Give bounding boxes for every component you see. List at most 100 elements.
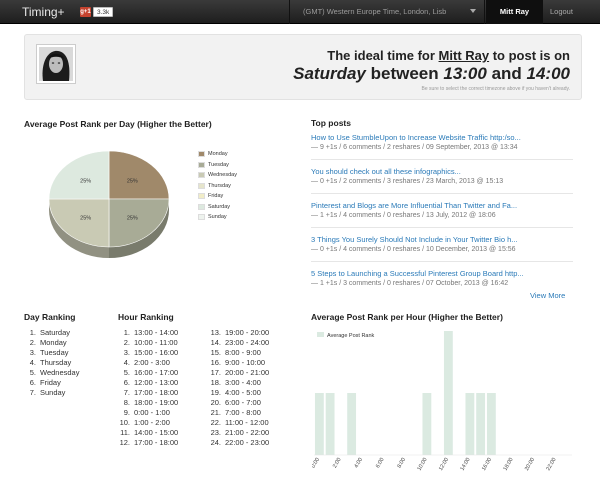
plus-one-count: 3.3k	[93, 7, 114, 17]
legend-label: Tuesday	[208, 161, 229, 168]
post-meta: — 1 +1s / 4 comments / 0 reshares / 13 J…	[311, 212, 496, 219]
rank-label: 14:00 - 15:00	[134, 428, 179, 437]
rank-label: Tuesday	[40, 348, 69, 357]
pie-chart-title: Average Post Rank per Day (Higher the Be…	[24, 119, 212, 129]
rank-number: 4.	[123, 358, 130, 367]
pie-slice-label: 25%	[127, 178, 138, 184]
rank-item: 2. 10:00 - 11:00	[118, 338, 178, 348]
legend-item-sunday: Sunday	[198, 214, 237, 225]
day-rank-pie-chart: 25% 25% 25% 25%	[48, 150, 170, 258]
google-plus-one-button[interactable]: g+1	[80, 7, 91, 17]
ideal-time-value: Saturday between 13:00 and 14:00	[293, 64, 570, 83]
x-tick-label: 22:00	[546, 457, 558, 472]
rank-number: 5.	[29, 368, 36, 377]
rank-number: 22.	[210, 418, 221, 427]
rank-label: 18:00 - 19:00	[134, 398, 179, 407]
post-meta: — 0 +1s / 2 comments / 3 reshares / 23 M…	[311, 178, 504, 185]
bar-16:00	[486, 393, 496, 455]
post-title-link[interactable]: Pinterest and Blogs are More Influential…	[311, 201, 573, 211]
legend-swatch	[198, 203, 205, 210]
post-title-link[interactable]: 3 Things You Surely Should Not Include i…	[311, 235, 573, 245]
rank-number: 19.	[210, 388, 221, 397]
rank-number: 14.	[210, 338, 221, 347]
rank-number: 21.	[210, 408, 221, 417]
post-item: 3 Things You Surely Should Not Include i…	[311, 235, 573, 255]
legend-swatch	[198, 182, 205, 189]
rank-item: 24. 22:00 - 23:00	[209, 438, 270, 448]
rank-label: Saturday	[40, 328, 71, 337]
rank-label: 17:00 - 18:00	[134, 388, 179, 397]
rank-item: 7. 17:00 - 18:00	[118, 388, 178, 398]
x-tick-label: 10:00	[417, 457, 429, 472]
ideal-time-panel: The ideal time for Mitt Ray to post is o…	[24, 34, 582, 100]
post-title-link[interactable]: You should check out all these infograph…	[311, 167, 573, 177]
rank-label: 2:00 - 3:00	[134, 358, 170, 367]
rank-item: 8. 18:00 - 19:00	[118, 398, 178, 408]
x-tick-label: 0:00	[312, 457, 321, 469]
timezone-dropdown[interactable]: (GMT) Western Europe Time, London, Lisb	[289, 0, 485, 24]
rank-number: 1.	[123, 328, 130, 337]
rank-number: 24.	[210, 438, 221, 447]
rank-label: Sunday	[40, 388, 66, 397]
hour-ranking-list-1: 1. 13:00 - 14:00 2. 10:00 - 11:00 3. 15:00 - …	[118, 328, 179, 448]
rank-label: 12:00 - 13:00	[134, 378, 179, 387]
rank-label: 19:00 - 20:00	[225, 328, 270, 337]
bar-3:00	[347, 393, 357, 455]
rank-number: 10.	[119, 418, 130, 427]
bar-14:00	[465, 393, 475, 455]
view-more-link[interactable]: View More	[530, 291, 565, 300]
rank-item: 6. Friday	[24, 378, 79, 388]
rank-item: 19. 4:00 - 5:00	[209, 388, 269, 398]
rank-number: 4.	[29, 358, 36, 367]
pie-slice-wednesday	[48, 198, 110, 248]
x-tick-label: 8:00	[397, 457, 408, 469]
legend-label: Friday	[208, 193, 224, 199]
x-tick-label: 4:00	[354, 457, 365, 469]
rank-label: 17:00 - 18:00	[134, 438, 179, 447]
user-profile-link[interactable]: Mitt Ray	[439, 48, 490, 63]
rank-item: 17. 20:00 - 21:00	[209, 368, 270, 378]
top-posts-title: Top posts	[311, 118, 351, 128]
legend-item-monday: Monday	[198, 151, 237, 162]
rank-item: 5. 16:00 - 17:00	[118, 368, 178, 378]
rank-label: 6:00 - 7:00	[225, 398, 261, 407]
top-navbar: Timing+ g+1 3.3k (GMT) Western Europe Ti…	[0, 0, 600, 24]
user-menu[interactable]: Mitt Ray	[486, 0, 543, 24]
post-item: Pinterest and Blogs are More Influential…	[311, 201, 573, 221]
rank-label: 10:00 - 11:00	[134, 338, 178, 347]
rank-item: 3. 15:00 - 16:00	[118, 348, 178, 358]
hour-rank-bar-chart: Average Post Rank 0:00 2:00 4:00 6:00 8:00 10:…	[312, 331, 572, 472]
rank-label: 23:00 - 24:00	[225, 338, 270, 347]
pie-slice-monday	[108, 150, 170, 200]
rank-number: 20.	[210, 398, 221, 407]
post-meta: — 9 +1s / 6 comments / 2 reshares / 09 S…	[311, 144, 518, 151]
rank-item: 4. 2:00 - 3:00	[118, 358, 178, 368]
x-tick-label: 16:00	[481, 457, 493, 472]
legend-item-wednesday: Wednesday	[198, 172, 237, 183]
pie-slice-label: 25%	[80, 216, 91, 222]
rank-item: 23. 21:00 - 22:00	[209, 428, 270, 438]
rank-item: 10. 1:00 - 2:00	[118, 418, 178, 428]
post-title-link[interactable]: 5 Steps to Launching a Successful Pinter…	[311, 269, 573, 279]
rank-number: 9.	[123, 408, 130, 417]
rank-label: 3:00 - 4:00	[225, 378, 261, 387]
rank-label: Friday	[40, 378, 61, 387]
rank-number: 12.	[119, 438, 130, 447]
post-meta: — 1 +1s / 3 comments / 0 reshares / 07 O…	[311, 280, 509, 287]
rank-item: 13. 19:00 - 20:00	[209, 328, 270, 338]
rank-item: 22. 11:00 - 12:00	[209, 418, 269, 428]
rank-number: 7.	[29, 388, 36, 397]
rank-number: 3.	[29, 348, 36, 357]
pie-legend: Monday Tuesday Wednesday Thursday Friday Satu…	[198, 151, 237, 225]
rank-item: 21. 7:00 - 8:00	[209, 408, 269, 418]
pie-slice-label: 25%	[127, 216, 138, 222]
bar-0:00	[314, 393, 324, 455]
logout-link[interactable]: Logout	[550, 0, 573, 24]
post-item: How to Use StumbleUpon to Increase Websi…	[311, 133, 573, 153]
bar-12:00	[443, 331, 453, 455]
rank-number: 6.	[29, 378, 36, 387]
post-title-link[interactable]: How to Use StumbleUpon to Increase Websi…	[311, 133, 573, 143]
post-item: 5 Steps to Launching a Successful Pinter…	[311, 269, 573, 289]
rank-label: 11:00 - 12:00	[225, 418, 269, 427]
app-brand[interactable]: Timing+	[22, 5, 65, 19]
